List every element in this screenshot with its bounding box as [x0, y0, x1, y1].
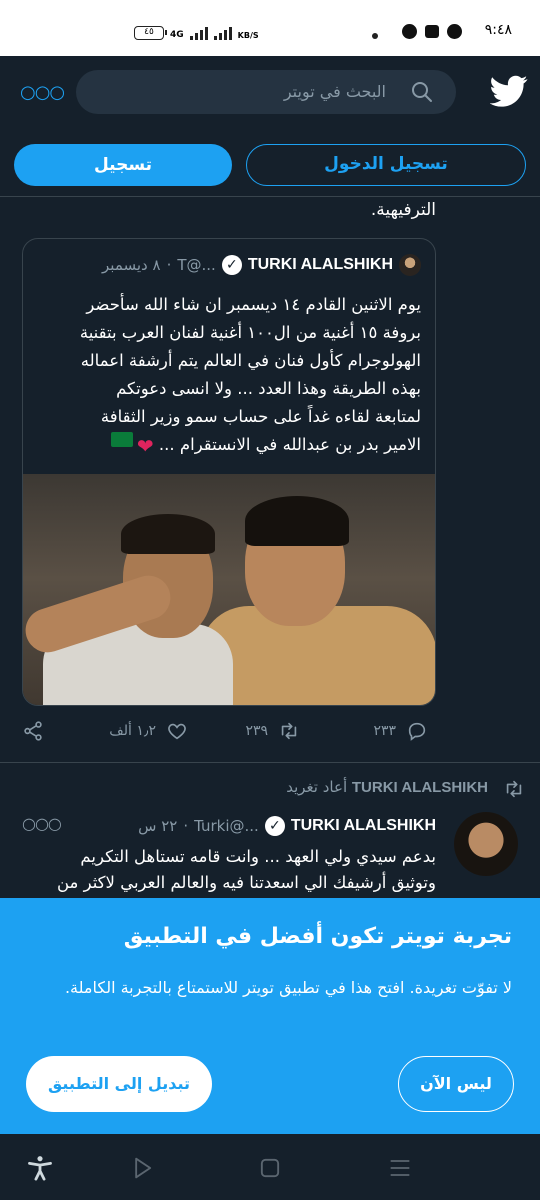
battery-icon: ٤٥ — [134, 26, 167, 40]
header-divider — [0, 196, 540, 197]
clock: ٩:٤٨ — [484, 22, 512, 38]
tweet-more-icon[interactable]: ○○○ — [22, 814, 62, 833]
whatsapp-icon — [447, 24, 462, 39]
author-name[interactable]: TURKI ALALSHIKH — [291, 817, 436, 835]
reply-icon — [408, 722, 426, 741]
tweet-header: TURKI ALALSHIKH ✓ ...@Turki · ٢٢ س — [14, 814, 436, 838]
author-handle: ...@T — [177, 256, 216, 274]
not-now-button[interactable]: ليس الآن — [398, 1056, 514, 1112]
emoji-group: ❤ — [110, 431, 154, 460]
like-button[interactable]: ١٫٢ ألف — [109, 720, 188, 742]
heart-icon: ❤ — [136, 433, 154, 458]
text-line: وتوثيق أرشيفك الي اسعدتنا فيه والعالم ال… — [56, 873, 436, 892]
signup-button[interactable]: تسجيل — [14, 144, 232, 186]
tweet-actions: ٢٣٣ ٢٣٩ ١٫٢ ألف — [0, 720, 540, 748]
login-button[interactable]: تسجيل الدخول — [246, 144, 526, 186]
tweet-divider — [0, 762, 540, 763]
news-icon — [425, 25, 439, 38]
retweet-count: ٢٣٩ — [245, 723, 268, 739]
retweet-context[interactable]: TURKI ALALSHIKH أعاد تغريد — [286, 778, 488, 796]
search-icon — [412, 82, 432, 102]
like-count: ١٫٢ ألف — [109, 723, 156, 739]
verified-badge-icon: ✓ — [264, 816, 285, 836]
system-nav-bar — [0, 1134, 540, 1200]
tweet-time: ٢٢ س — [138, 817, 178, 835]
menu-lines-icon[interactable] — [386, 1154, 414, 1182]
retweet-icon — [281, 722, 297, 740]
tweet-text: بدعم سيدي ولي العهد ... وانت قامه تستاهل… — [16, 844, 436, 896]
auth-buttons: تسجيل تسجيل الدخول — [0, 144, 540, 188]
separator: · — [166, 256, 172, 274]
share-icon — [24, 721, 42, 741]
heart-outline-icon — [168, 723, 186, 740]
verified-badge-icon: ✓ — [221, 255, 242, 275]
avatar[interactable] — [454, 812, 518, 876]
notification-icons — [402, 24, 462, 39]
text-line: بهذه الطريقة وهذا العدد ... ولا انسى دعو… — [116, 379, 421, 398]
separator: · — [183, 817, 189, 835]
quoted-tweet-card[interactable]: TURKI ALALSHIKH ✓ ...@T · ٨ ديسمبر يوم ا… — [22, 238, 436, 706]
author-name: TURKI ALALSHIKH — [247, 256, 393, 273]
prompt-title: تجربة تويتر تكون أفضل في التطبيق — [123, 924, 512, 949]
tweet-date: ٨ ديسمبر — [102, 256, 161, 274]
retweet-context-icon — [506, 780, 522, 798]
share-button[interactable] — [22, 720, 44, 742]
switch-to-app-button[interactable]: تبديل إلى التطبيق — [26, 1056, 212, 1112]
battery-level: ٤٥ — [144, 27, 154, 37]
play-icon[interactable] — [128, 1154, 156, 1182]
reply-button[interactable]: ٢٣٣ — [373, 720, 428, 742]
signal-icon — [189, 26, 208, 40]
author-handle: ...@Turki — [194, 817, 259, 835]
text-line: يوم الاثنين القادم ١٤ ديسمبر ان شاء الله… — [86, 295, 421, 314]
twitter-bird-icon[interactable] — [490, 72, 528, 110]
text-line: الهولوجرام كأول فنان في العالم يتم أرشفة… — [80, 351, 421, 370]
search-box[interactable]: البحث في تويتر — [76, 70, 456, 114]
tweet-photo[interactable] — [23, 474, 435, 705]
home-square-icon[interactable] — [256, 1154, 284, 1182]
more-dots-icon[interactable]: ○○○ — [20, 82, 65, 103]
text-line: بروفة ١٥ أغنية من ال١٠٠ أغنية لفنان العر… — [79, 323, 421, 342]
reply-count: ٢٣٣ — [373, 723, 396, 739]
avatar — [399, 254, 421, 276]
retweeter-name: TURKI ALALSHIKH — [351, 779, 488, 796]
photo-figure — [121, 514, 215, 554]
text-line: لمتابعة لقاءه غداً على حساب سمو وزير الث… — [100, 407, 421, 426]
status-bar: ٤٥ 4G KB/S ٩:٤٨ — [0, 0, 540, 56]
top-bar: ○○○ البحث في تويتر — [0, 56, 540, 128]
speed-unit: KB/S — [237, 31, 259, 40]
text-line: بدعم سيدي ولي العهد ... وانت قامه تستاهل… — [80, 847, 436, 866]
retweet-label: أعاد تغريد — [286, 778, 348, 796]
previous-tweet-tail: الترفيهية. — [370, 200, 436, 220]
quoted-tweet-text: يوم الاثنين القادم ١٤ ديسمبر ان شاء الله… — [35, 291, 421, 460]
signal-2-icon — [213, 26, 232, 40]
facebook-icon — [402, 24, 417, 39]
search-placeholder: البحث في تويتر — [283, 82, 386, 101]
text-line-last: الامير بدر بن عبدالله في الانستقرام ... … — [35, 431, 421, 460]
photo-figure — [245, 496, 349, 546]
saudi-flag-icon — [110, 431, 133, 447]
quoted-tweet-header: TURKI ALALSHIKH ✓ ...@T · ٨ ديسمبر — [37, 253, 421, 277]
notification-dot-icon — [372, 33, 378, 39]
retweet-button[interactable]: ٢٣٩ — [245, 720, 300, 742]
text-line: الامير بدر بن عبدالله في الانستقرام ... — [158, 435, 421, 454]
status-left-group: ٤٥ 4G KB/S — [134, 26, 259, 40]
prompt-body: لا تفوّت تغريدة. افتح هذا في تطبيق تويتر… — [64, 978, 512, 997]
network-type: 4G — [170, 30, 184, 40]
app-prompt: تجربة تويتر تكون أفضل في التطبيق لا تفوّ… — [0, 898, 540, 1134]
accessibility-icon[interactable] — [26, 1154, 54, 1182]
